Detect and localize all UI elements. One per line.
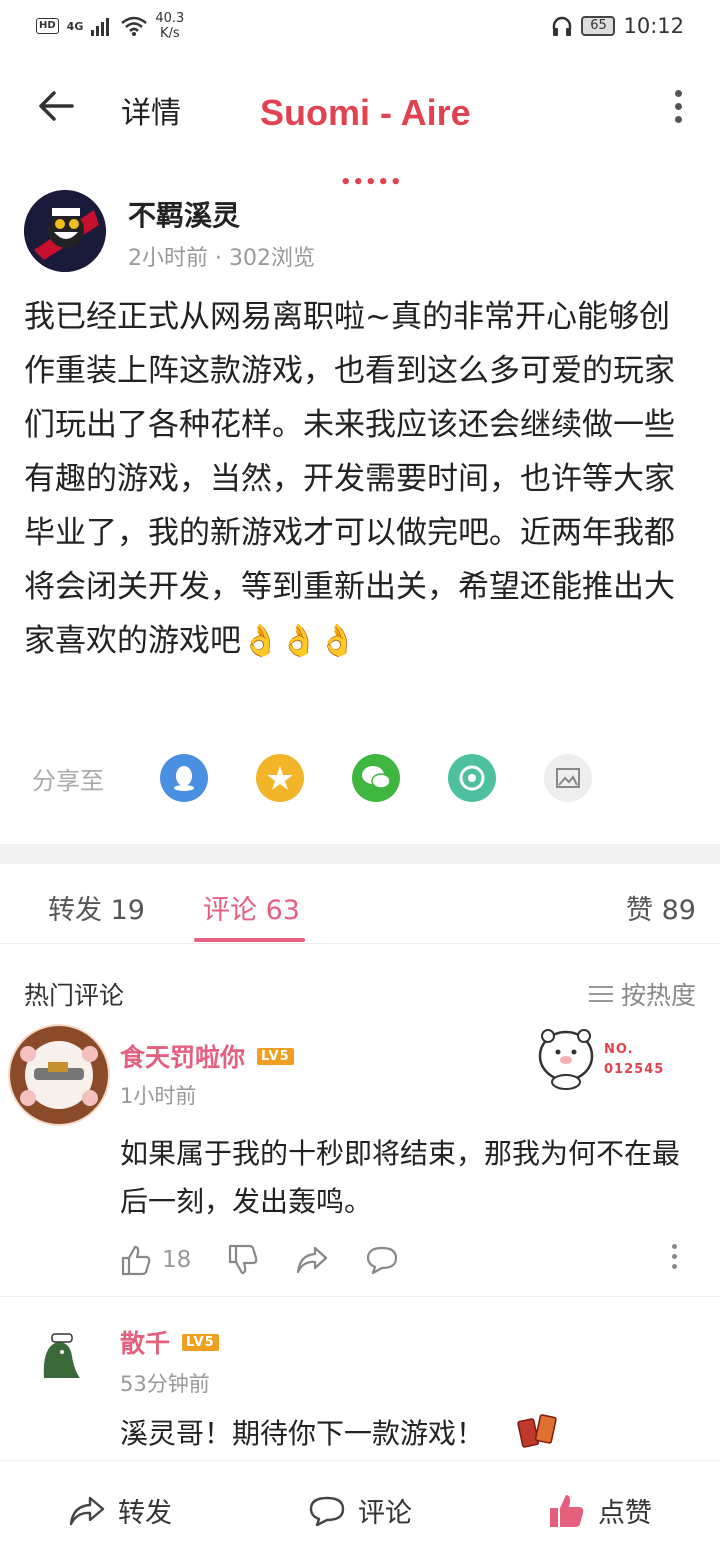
cheers-drinks-icon [517,1414,557,1448]
wifi-icon [121,16,148,36]
watermark-text: Suomi - Aire [260,92,471,133]
tab-likes[interactable]: 赞 89 [626,888,696,927]
level-badge: LV5 [257,1047,294,1065]
post-content: 我已经正式从网易离职啦~真的非常开心能够创作重装上阵这款游戏，也看到这么多可爱的… [24,299,675,659]
more-menu-icon[interactable] [672,90,684,126]
sort-label: 按热度 [620,981,696,1010]
post-time: 2小时前 [128,246,208,271]
comment-label: 评论 [358,1498,412,1529]
network-speed: 40.3 K/s [155,11,184,41]
comment-text: 如果属于我的十秒即将结束，那我为何不在最后一刻，发出轰鸣。 [120,1137,681,1218]
headphones-icon [553,16,572,36]
comment-time: 53分钟前 [120,1372,210,1396]
thumbs-up-filled-icon [550,1494,584,1527]
thumbs-down-icon [229,1244,258,1275]
bottom-action-bar: 转发 评论 点赞 [0,1460,720,1560]
share-label: 分享至 [32,766,104,795]
battery-icon: 65 [581,16,616,36]
hd-badge: HD [36,18,59,34]
comment-divider [0,1296,720,1297]
share-comment-button[interactable] [295,1245,329,1275]
list-icon [588,986,613,1002]
level-badge: LV5 [182,1333,219,1351]
active-tab-indicator [194,938,305,942]
avatar-illustration [24,190,106,272]
wechat-share-icon[interactable] [352,754,400,802]
meta-separator: · [215,246,222,271]
speed-value: 40.3 [155,11,185,26]
repost-button[interactable]: 转发 [0,1491,240,1530]
loading-dots: ••••• [340,172,403,193]
header: 详情 Suomi - Aire [0,72,720,142]
comment-actions: 18 [120,1240,700,1280]
signal-icon [91,18,110,36]
avatar-illustration [43,1333,80,1378]
comment-more-icon[interactable] [672,1244,680,1274]
comment-avatar[interactable] [30,1326,90,1386]
qq-share-icon[interactable] [160,754,208,802]
page-title: 详情 [121,96,181,131]
avatar-frame-illustration [10,1026,108,1124]
section-divider [0,844,720,864]
speed-unit: K/s [159,26,180,41]
author-name[interactable]: 不羁溪灵 [128,194,240,234]
tab-bar: 转发 19 评论 63 赞 89 [0,864,720,944]
share-row: 分享至 [32,752,692,804]
back-arrow-icon[interactable] [36,86,76,126]
like-label: 点赞 [598,1498,652,1529]
fan-number-prefix: NO. [604,1042,634,1057]
share-arrow-icon [69,1496,105,1525]
comment-time: 1小时前 [120,1084,197,1108]
status-right: 65 10:12 [551,14,684,38]
moments-share-icon[interactable] [448,754,496,802]
pig-mascot-icon [538,1029,594,1090]
comment-avatar[interactable] [8,1024,110,1126]
comment-username[interactable]: 食天罚啦你 LV5 [120,1038,294,1074]
comment-bubble-icon [309,1496,345,1526]
tab-comments[interactable]: 评论 63 [203,888,300,927]
fan-number-badge: NO. 012545 [536,1026,696,1090]
fan-number-text: NO. 012545 [604,1040,664,1080]
fan-number-value: 012545 [604,1062,665,1077]
signal-label: 4G [66,19,84,33]
repost-label: 转发 [118,1498,172,1529]
hot-comments-label: 热门评论 [24,981,125,1010]
dislike-button[interactable] [227,1244,259,1276]
reply-button[interactable] [365,1245,399,1275]
like-button[interactable]: 18 [120,1244,191,1276]
author-avatar[interactable] [24,190,106,272]
username-text[interactable]: 食天罚啦你 [120,1038,245,1074]
save-image-icon[interactable] [544,754,592,802]
status-left: HD 4G 40.3 K/s [36,11,184,41]
qzone-share-icon[interactable] [256,754,304,802]
sort-button[interactable]: 按热度 [588,976,696,1012]
like-count: 18 [162,1247,192,1273]
tab-repost[interactable]: 转发 19 [48,888,145,927]
share-arrow-icon [297,1246,328,1274]
comment-username[interactable]: 散千 LV5 [120,1324,219,1360]
status-bar: HD 4G 40.3 K/s 65 10:12 [0,0,720,52]
username-text[interactable]: 散千 [120,1324,170,1360]
post-meta: 2小时前 · 302浏览 [128,240,315,272]
post-views: 302浏览 [229,246,315,271]
clock: 10:12 [623,14,684,38]
comment-button[interactable]: 评论 [240,1491,480,1530]
like-post-button[interactable]: 点赞 [480,1491,720,1530]
thumbs-up-icon [121,1245,151,1276]
comment-bubble-icon [367,1246,398,1275]
